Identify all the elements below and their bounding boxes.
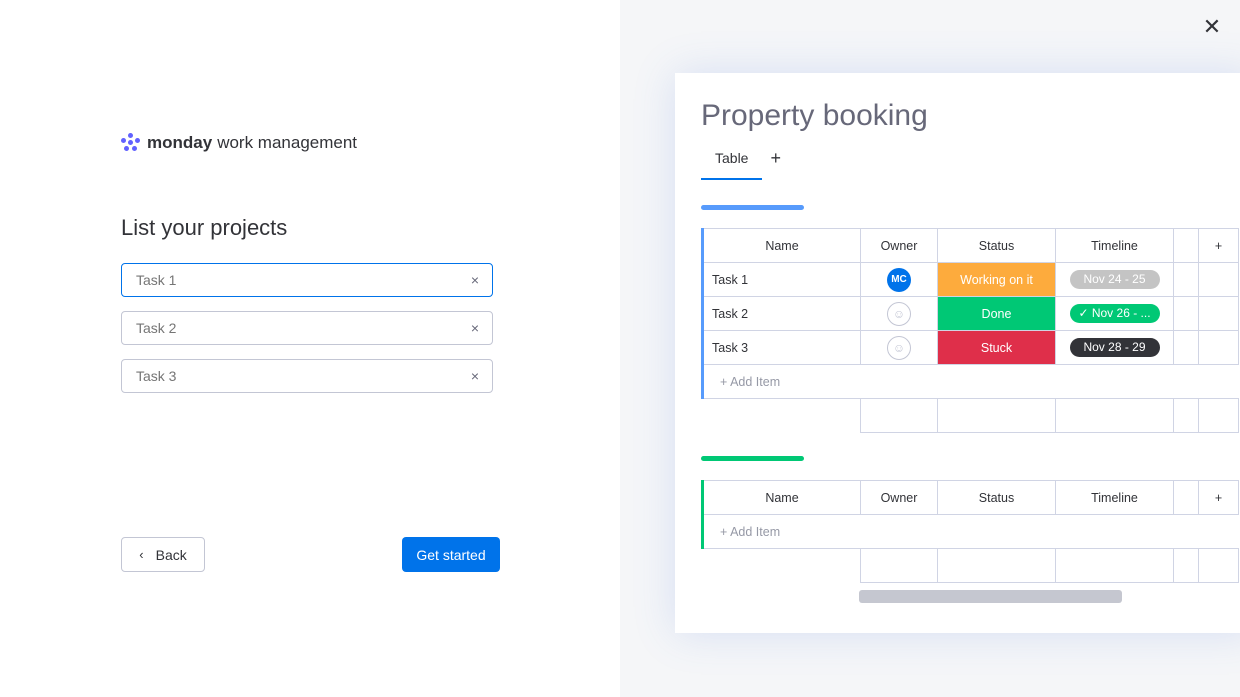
table-row[interactable]: Task 1 MC Working on it Nov 24 - 25: [701, 262, 1239, 297]
group-1-table: Name Owner Status Timeline + Task 1 MC W…: [701, 228, 1239, 433]
group-2-color-bar: [701, 456, 804, 461]
spacer-cell: [703, 549, 861, 583]
status-cell[interactable]: Done: [937, 296, 1056, 331]
status-cell[interactable]: Stuck: [937, 330, 1056, 365]
task-input-2[interactable]: ×: [121, 311, 493, 345]
onboarding-panel: monday work management List your project…: [0, 0, 620, 697]
task-3-field[interactable]: [122, 360, 458, 392]
add-item-row[interactable]: + Add Item: [701, 514, 1239, 549]
summary-cell: [1198, 398, 1239, 433]
close-icon[interactable]: ✕: [1199, 14, 1225, 40]
spacer-cell: [1198, 296, 1239, 331]
group-2-table: Name Owner Status Timeline + + Add Item: [701, 480, 1239, 583]
spacer-cell: [1173, 330, 1199, 365]
monday-logo-icon: [121, 133, 141, 153]
spacer-column: [1173, 228, 1199, 263]
summary-cell: [1055, 548, 1174, 583]
task-input-1[interactable]: ×: [121, 263, 493, 297]
chevron-left-icon: ‹: [139, 547, 144, 562]
add-item-row[interactable]: + Add Item: [701, 364, 1239, 399]
horizontal-scrollbar[interactable]: [859, 590, 1122, 603]
row-name[interactable]: Task 1: [701, 262, 861, 297]
table-header: Name Owner Status Timeline +: [701, 480, 1239, 515]
table-row[interactable]: Task 2 ☺ Done ✓ Nov 26 - ...: [701, 296, 1239, 331]
summary-cell: [937, 398, 1056, 433]
spacer-cell: [1173, 296, 1199, 331]
add-tab-icon[interactable]: +: [770, 148, 781, 181]
timeline-pill: ✓ Nov 26 - ...: [1069, 304, 1160, 323]
column-owner-header: Owner: [860, 480, 938, 515]
table-header: Name Owner Status Timeline +: [701, 228, 1239, 263]
timeline-cell[interactable]: Nov 24 - 25: [1055, 262, 1174, 297]
spacer-column: [1173, 480, 1199, 515]
summary-row: [703, 398, 1239, 433]
task-1-field[interactable]: [122, 264, 458, 296]
spacer-cell: [1173, 262, 1199, 297]
column-status-header: Status: [937, 228, 1056, 263]
add-column-icon[interactable]: +: [1198, 480, 1239, 515]
avatar: MC: [887, 267, 911, 292]
timeline-cell[interactable]: ✓ Nov 26 - ...: [1055, 296, 1174, 331]
monday-logo: monday work management: [121, 133, 357, 153]
owner-cell[interactable]: ☺: [860, 296, 938, 331]
spacer-cell: [703, 399, 861, 433]
add-column-icon[interactable]: +: [1198, 228, 1239, 263]
task-2-field[interactable]: [122, 312, 458, 344]
timeline-pill: Nov 24 - 25: [1069, 270, 1160, 289]
back-label: Back: [155, 546, 187, 563]
column-name-header: Name: [701, 228, 861, 263]
summary-cell: [1055, 398, 1174, 433]
page-title: List your projects: [121, 215, 288, 240]
summary-cell: [1198, 548, 1239, 583]
tab-table[interactable]: Table: [701, 150, 763, 180]
row-name[interactable]: Task 2: [701, 296, 861, 331]
clear-icon[interactable]: ×: [458, 312, 492, 344]
status-cell[interactable]: Working on it: [937, 262, 1056, 297]
timeline-cell[interactable]: Nov 28 - 29: [1055, 330, 1174, 365]
summary-cell: [1173, 398, 1199, 433]
get-started-button[interactable]: Get started: [402, 537, 500, 572]
logo-brand: monday: [147, 133, 213, 152]
column-timeline-header: Timeline: [1055, 228, 1174, 263]
person-icon: ☺: [887, 335, 911, 360]
board-tabs: Table +: [701, 148, 781, 181]
summary-cell: [1173, 548, 1199, 583]
summary-cell: [937, 548, 1056, 583]
summary-row: [703, 548, 1239, 583]
table-row[interactable]: Task 3 ☺ Stuck Nov 28 - 29: [701, 330, 1239, 365]
owner-cell[interactable]: ☺: [860, 330, 938, 365]
column-timeline-header: Timeline: [1055, 480, 1174, 515]
timeline-pill: Nov 28 - 29: [1069, 338, 1160, 357]
column-name-header: Name: [701, 480, 861, 515]
spacer-cell: [1198, 330, 1239, 365]
spacer-cell: [1198, 262, 1239, 297]
owner-cell[interactable]: MC: [860, 262, 938, 297]
clear-icon[interactable]: ×: [458, 264, 492, 296]
add-item-button[interactable]: + Add Item: [701, 364, 1239, 399]
summary-cell: [860, 548, 938, 583]
column-status-header: Status: [937, 480, 1056, 515]
back-button[interactable]: ‹ Back: [121, 537, 205, 572]
add-item-button[interactable]: + Add Item: [701, 514, 1239, 549]
board-preview: Property booking Table + Name Owner Stat…: [675, 73, 1240, 633]
summary-cell: [860, 398, 938, 433]
board-title: Property booking: [701, 99, 928, 132]
person-icon: ☺: [887, 301, 911, 326]
group-1-color-bar: [701, 205, 804, 210]
logo-product: work management: [217, 133, 358, 152]
row-name[interactable]: Task 3: [701, 330, 861, 365]
column-owner-header: Owner: [860, 228, 938, 263]
task-input-3[interactable]: ×: [121, 359, 493, 393]
clear-icon[interactable]: ×: [458, 360, 492, 392]
